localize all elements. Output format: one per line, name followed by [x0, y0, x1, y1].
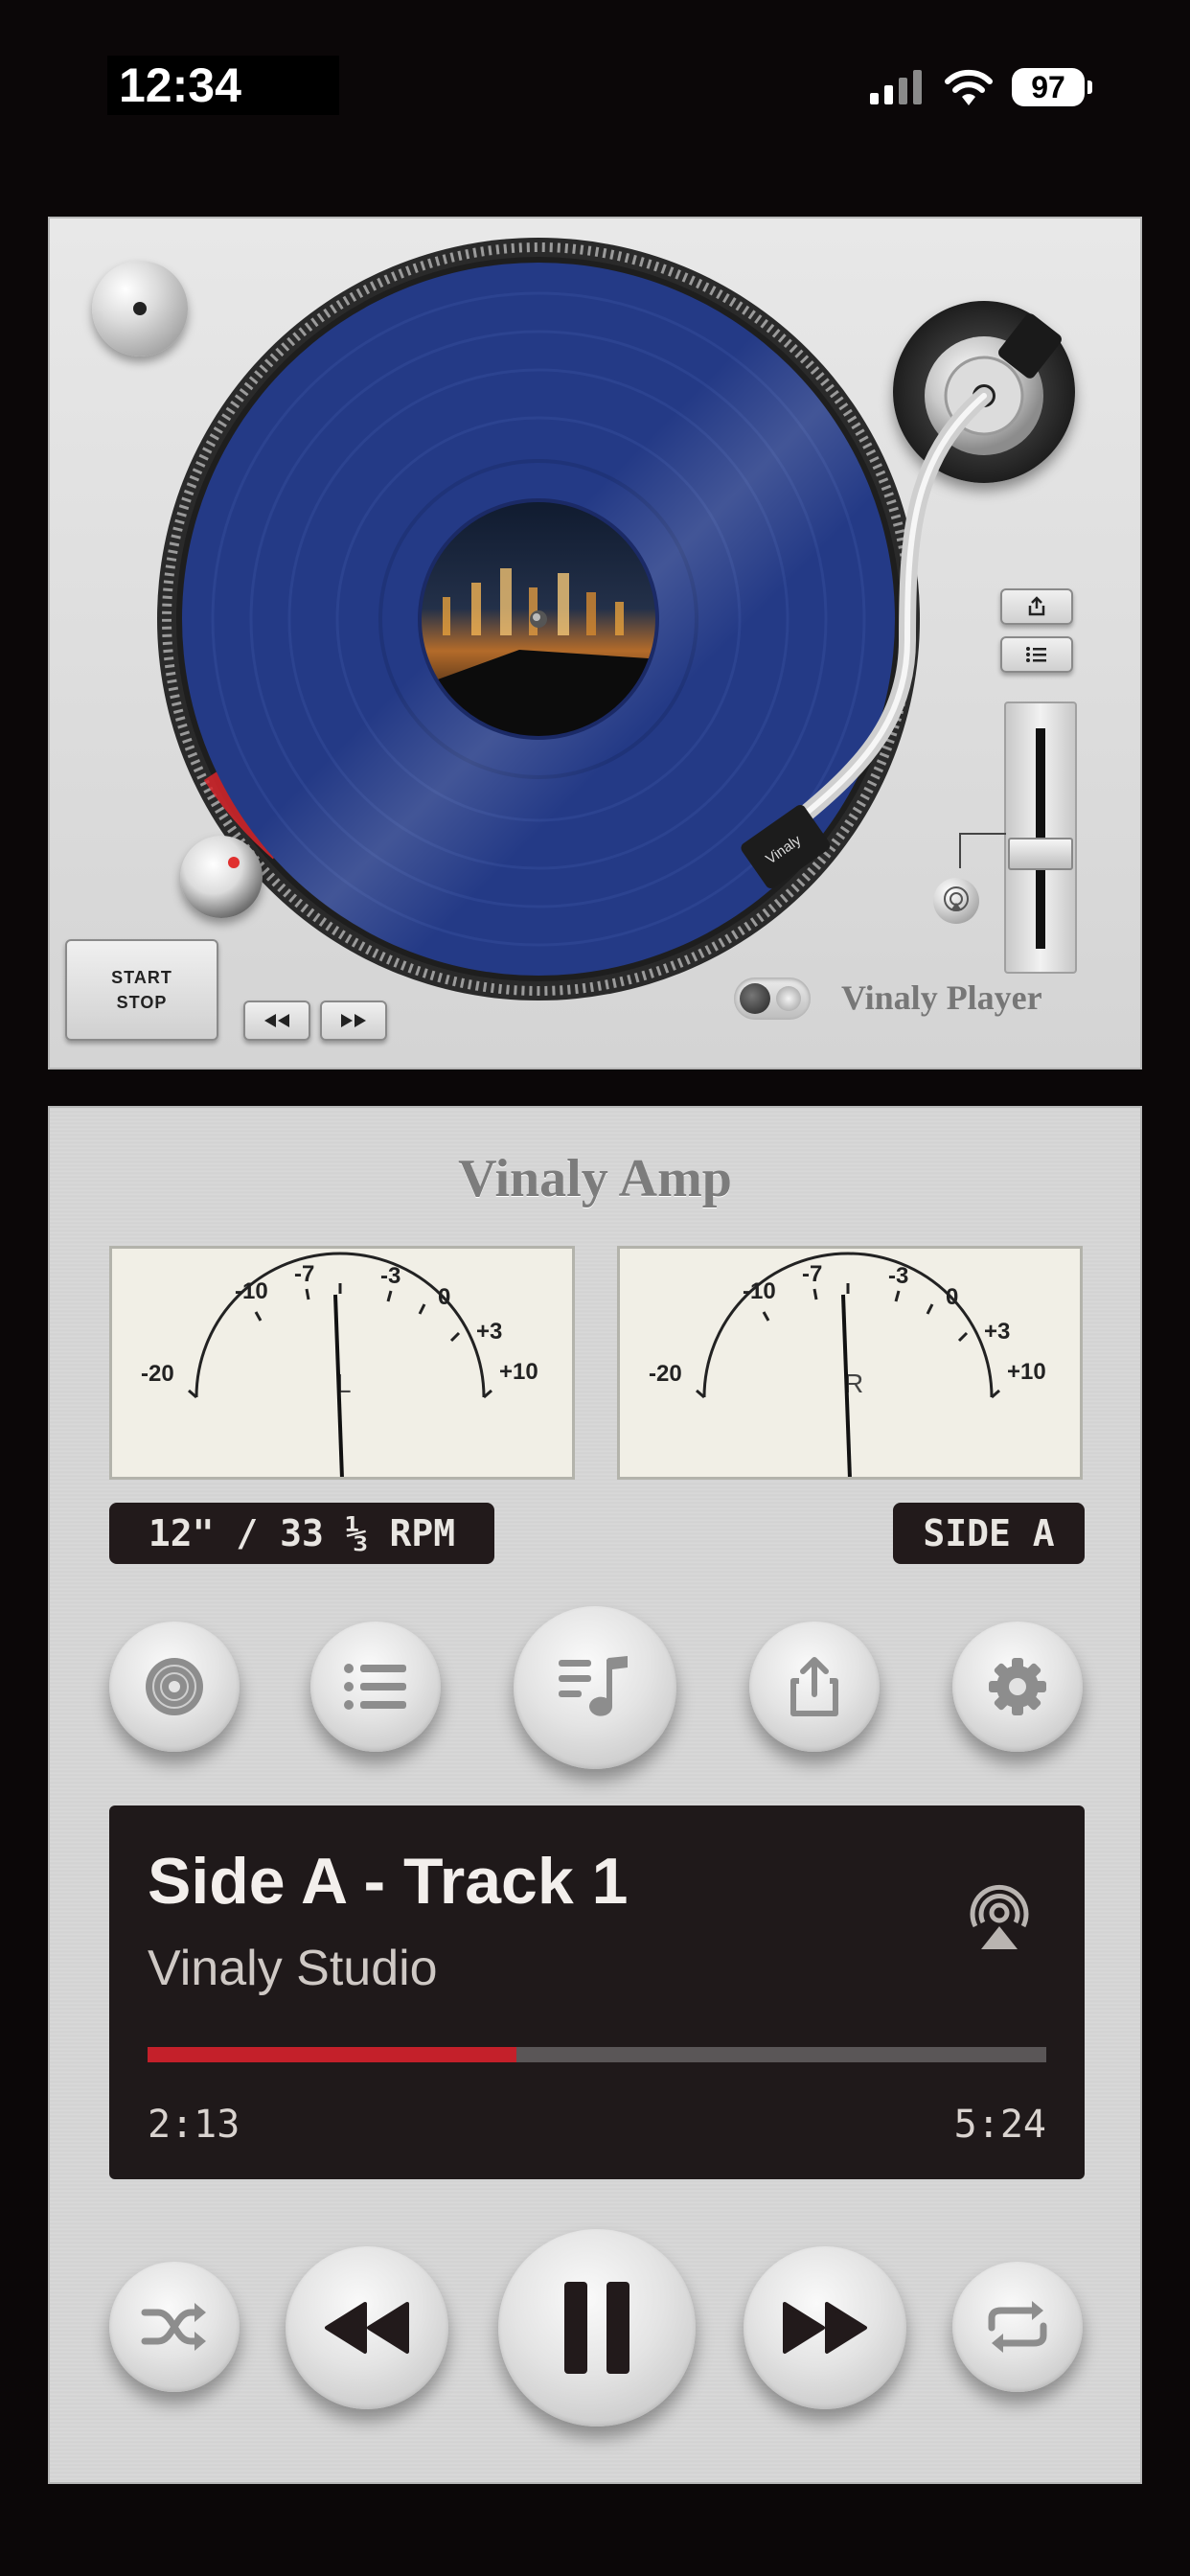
rewind-button[interactable] [286, 2246, 448, 2409]
stop-label: STOP [116, 993, 168, 1012]
meter-right-scale-6: +10 [1007, 1359, 1046, 1385]
cue-button[interactable] [933, 878, 979, 924]
battery-indicator: 97 [1012, 68, 1092, 106]
pause-button[interactable] [498, 2229, 696, 2426]
pause-icon [564, 2282, 629, 2374]
meter-right-scale-4: 0 [946, 1284, 958, 1310]
airplay-audio-icon [944, 886, 969, 911]
queue-button[interactable] [514, 1606, 676, 1769]
gear-icon [989, 1658, 1046, 1715]
meter-left-scale-4: 0 [438, 1284, 450, 1310]
status-indicators: 97 [868, 65, 1092, 109]
status-time: 12:34 [107, 56, 339, 115]
elapsed-time: 2:13 [148, 2103, 240, 2147]
music-note-list-icon [559, 1656, 628, 1716]
speed-knob[interactable] [180, 836, 263, 918]
playlist-button[interactable] [310, 1622, 441, 1752]
total-time: 5:24 [953, 2103, 1046, 2147]
meter-right-scale-1: -10 [743, 1278, 776, 1304]
pitch-indicator-line [959, 833, 1006, 868]
meter-left-scale-0: -20 [141, 1361, 174, 1387]
disc-icon [146, 1658, 203, 1715]
deck-share-button[interactable] [1000, 588, 1073, 625]
fast-forward-icon [783, 2302, 867, 2354]
fast-forward-icon [341, 1014, 366, 1027]
meter-left-scale-2: -7 [294, 1261, 314, 1287]
rewind-icon [325, 2302, 409, 2354]
track-title: Side A - Track 1 [148, 1845, 629, 1918]
repeat-icon [988, 2301, 1047, 2353]
amp-title: Vinaly Amp [458, 1149, 732, 1208]
start-label: START [111, 968, 172, 987]
list-icon [344, 1664, 406, 1710]
deck-brand: Vinaly Player [841, 978, 1042, 1017]
now-playing-card: Side A - Track 1 Vinaly Studio 2:13 5:24 [109, 1806, 1085, 2179]
airplay-audio-icon[interactable] [962, 1878, 1037, 1953]
meter-left-scale-1: -10 [235, 1278, 268, 1304]
pitch-slider-handle[interactable] [1008, 838, 1073, 870]
amp-panel: Vinaly Amp -20 -10 -7 -3 0 +3 +10 L -20 … [48, 1106, 1142, 2484]
rewind-icon [264, 1014, 289, 1027]
meter-right-scale-0: -20 [649, 1361, 682, 1387]
deck-fast-forward-button[interactable] [320, 1000, 387, 1041]
share-icon [790, 1657, 838, 1716]
meter-right-scale-5: +3 [984, 1319, 1010, 1345]
turntable-deck: Vinaly START STOP Vinaly Player [48, 217, 1142, 1070]
cellular-signal-icon [870, 70, 922, 104]
vu-meter-left: -20 -10 -7 -3 0 +3 +10 L [109, 1246, 575, 1480]
deck-list-button[interactable] [1000, 636, 1073, 673]
settings-button[interactable] [952, 1622, 1083, 1752]
share-icon [1028, 596, 1045, 616]
meter-left-scale-6: +10 [499, 1359, 538, 1385]
meter-left-scale-5: +3 [476, 1319, 502, 1345]
format-display: 12" / 33 ⅓ RPM [109, 1503, 494, 1564]
pitch-slider[interactable] [1004, 702, 1077, 974]
repeat-button[interactable] [952, 2262, 1083, 2392]
meter-left-scale-3: -3 [380, 1263, 400, 1289]
playback-progress-bar[interactable] [148, 2047, 1046, 2062]
deck-toggle-switch[interactable] [734, 978, 811, 1020]
fast-forward-button[interactable] [744, 2246, 906, 2409]
list-icon [1026, 647, 1046, 662]
wifi-icon [945, 69, 993, 105]
deck-rewind-button[interactable] [243, 1000, 310, 1041]
playback-progress-fill [148, 2047, 516, 2062]
disc-button[interactable] [109, 1622, 240, 1752]
shuffle-icon [141, 2303, 206, 2351]
meter-right-scale-2: -7 [802, 1261, 822, 1287]
vu-meter-right: -20 -10 -7 -3 0 +3 +10 R [617, 1246, 1083, 1480]
share-button[interactable] [749, 1622, 880, 1752]
side-display: SIDE A [893, 1503, 1085, 1564]
track-artist: Vinaly Studio [148, 1941, 438, 1996]
meter-right-scale-3: -3 [888, 1263, 908, 1289]
shuffle-button[interactable] [109, 2262, 240, 2392]
start-stop-button[interactable]: START STOP [65, 939, 218, 1041]
